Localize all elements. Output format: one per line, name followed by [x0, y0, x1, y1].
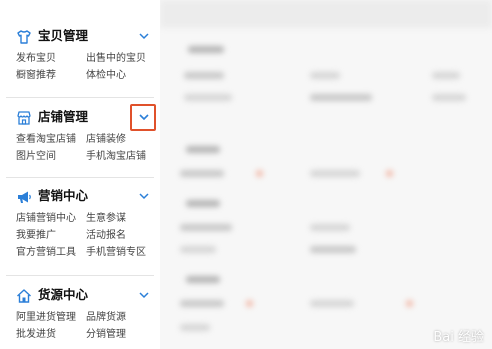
blurred-badge [256, 170, 263, 177]
section-header-item-management[interactable]: 宝贝管理 [6, 26, 154, 48]
section-sourcing-center: 货源中心 阿里进货管理 品牌货源 批发进货 分销管理 [6, 285, 154, 340]
section-divider [6, 97, 154, 98]
link-image-space[interactable]: 图片空间 [16, 148, 56, 165]
link-distribution-management[interactable]: 分销管理 [86, 326, 126, 343]
section-divider [6, 177, 154, 178]
watermark-text: Bai 经验 [433, 330, 484, 345]
link-brand-sourcing[interactable]: 品牌货源 [86, 309, 126, 326]
chevron-down-icon[interactable] [138, 289, 150, 301]
section-title: 货源中心 [38, 287, 89, 302]
link-publish-item[interactable]: 发布宝贝 [16, 50, 56, 67]
link-mobile-store[interactable]: 手机淘宝店铺 [86, 148, 146, 165]
shirt-icon [17, 30, 31, 44]
store-icon [17, 111, 31, 125]
blurred-text [310, 224, 350, 231]
blurred-badge [406, 300, 413, 307]
link-event-signup[interactable]: 活动报名 [86, 227, 126, 244]
link-promote[interactable]: 我要推广 [16, 227, 56, 244]
section-divider [6, 275, 154, 276]
section-item-management: 宝贝管理 发布宝贝 出售中的宝贝 橱窗推荐 体检中心 [6, 26, 154, 81]
section-header-store-management[interactable]: 店铺管理 [6, 104, 156, 131]
section-store-management: 店铺管理 查看淘宝店铺 店铺装修 图片空间 手机淘宝店铺 [6, 104, 156, 162]
blurred-topbar [160, 0, 492, 28]
section-header-marketing-center[interactable]: 营销中心 [6, 186, 154, 208]
blurred-text [180, 170, 224, 177]
link-alibaba-purchase[interactable]: 阿里进货管理 [16, 309, 76, 326]
blurred-text [310, 246, 356, 253]
blurred-text [180, 324, 210, 331]
link-business-advisor[interactable]: 生意参谋 [86, 210, 126, 227]
main-content-blurred: Bai 经验 [160, 0, 492, 349]
seller-sidebar: 宝贝管理 发布宝贝 出售中的宝贝 橱窗推荐 体检中心 店铺管理 查看淘宝店铺 店… [0, 0, 161, 349]
megaphone-icon [18, 191, 31, 203]
link-health-check[interactable]: 体检中心 [86, 67, 126, 84]
blurred-text [180, 246, 216, 253]
link-store-marketing-center[interactable]: 店铺营销中心 [16, 210, 76, 227]
link-view-store[interactable]: 查看淘宝店铺 [16, 131, 76, 148]
blurred-text [310, 72, 340, 79]
house-icon [17, 289, 31, 303]
link-store-decoration[interactable]: 店铺装修 [86, 131, 126, 148]
blurred-heading [188, 46, 224, 53]
link-official-marketing-tools[interactable]: 官方营销工具 [16, 244, 76, 261]
blurred-badge [246, 300, 253, 307]
blurred-heading [186, 146, 220, 153]
blurred-text [184, 72, 224, 79]
link-wholesale[interactable]: 批发进货 [16, 326, 56, 343]
link-mobile-marketing[interactable]: 手机营销专区 [86, 244, 146, 261]
blurred-text [180, 224, 232, 231]
blurred-text [432, 72, 460, 79]
section-header-sourcing-center[interactable]: 货源中心 [6, 285, 154, 307]
blurred-text [310, 170, 360, 177]
section-title: 店铺管理 [38, 109, 89, 124]
blurred-heading [186, 200, 220, 207]
blurred-text [310, 94, 372, 101]
blurred-text [432, 94, 466, 101]
blurred-placeholder [160, 0, 492, 349]
chevron-down-icon[interactable] [138, 111, 150, 123]
blurred-text [180, 300, 224, 307]
section-title: 宝贝管理 [38, 28, 89, 43]
link-showcase-recommend[interactable]: 橱窗推荐 [16, 67, 56, 84]
blurred-text [310, 300, 354, 307]
section-marketing-center: 营销中心 店铺营销中心 生意参谋 我要推广 活动报名 官方营销工具 手机营销专区 [6, 186, 154, 258]
chevron-down-icon[interactable] [138, 30, 150, 42]
chevron-down-icon[interactable] [138, 190, 150, 202]
blurred-badge [386, 170, 393, 177]
blurred-heading [186, 276, 220, 283]
blurred-text [184, 94, 232, 101]
section-title: 营销中心 [38, 188, 89, 203]
link-items-on-sale[interactable]: 出售中的宝贝 [86, 50, 146, 67]
